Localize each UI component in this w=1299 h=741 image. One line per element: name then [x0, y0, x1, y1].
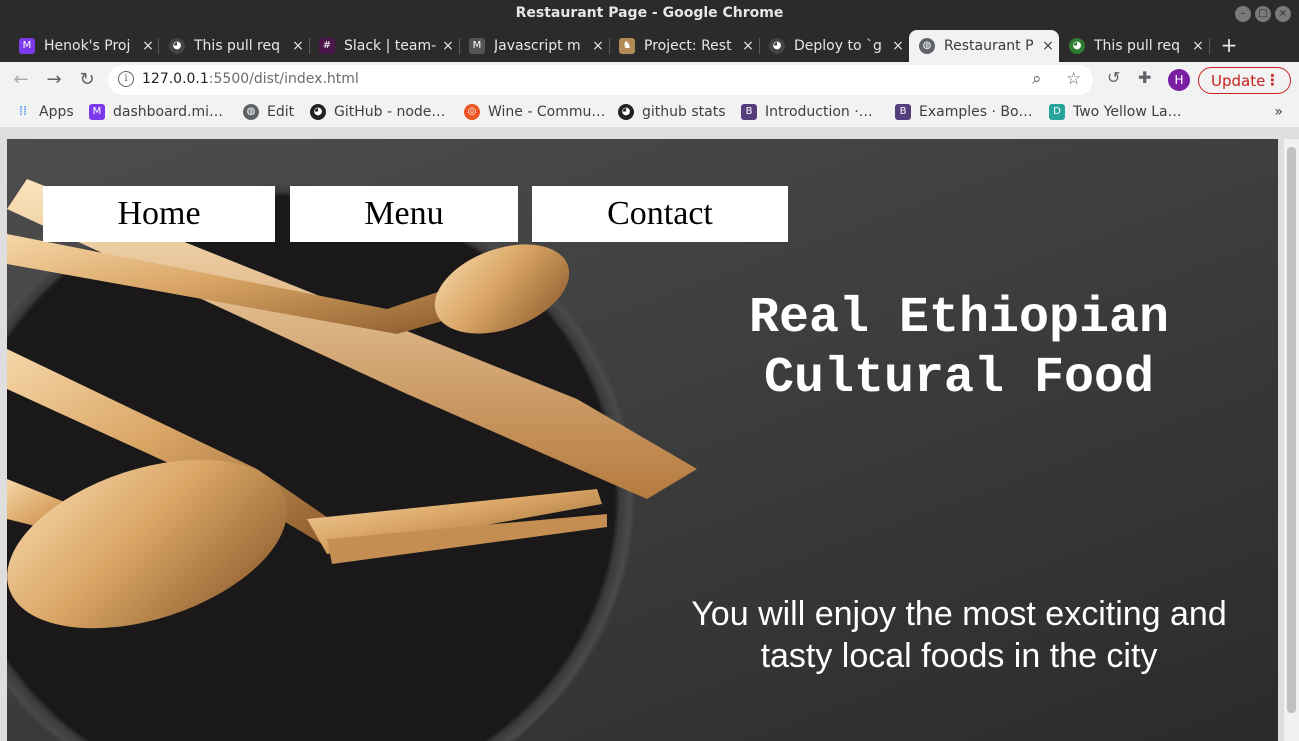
close-icon[interactable]: ×	[437, 38, 459, 54]
new-tab-icon[interactable]: +	[1218, 33, 1240, 57]
reload-icon[interactable]: ↻	[76, 69, 98, 90]
window-title: Restaurant Page - Google Chrome	[515, 5, 784, 21]
hero-title: Real Ethiopian Cultural Food	[748, 290, 1170, 407]
github-icon: ◕	[769, 38, 785, 54]
tab-strip: M Henok's Proj × ◕ This pull req × # Sla…	[0, 28, 1299, 62]
close-icon[interactable]: ×	[137, 38, 159, 54]
bookmark-github-node[interactable]: ◕ GitHub - node…	[310, 104, 445, 120]
address-url[interactable]: 127.0.0.1:5500/dist/index.html	[142, 71, 359, 87]
forward-icon[interactable]: →	[43, 69, 65, 90]
tab-restaurant-page[interactable]: ◍ Restaurant P ×	[909, 30, 1059, 62]
close-icon[interactable]: ×	[1037, 38, 1059, 54]
bookmark-star-icon[interactable]: ☆	[1066, 69, 1081, 89]
close-icon[interactable]: ×	[887, 38, 909, 54]
back-icon[interactable]: ←	[10, 69, 32, 90]
github-icon: ◕	[169, 38, 185, 54]
tab-henoks-project[interactable]: M Henok's Proj ×	[9, 30, 159, 62]
profile-avatar[interactable]: H	[1168, 69, 1190, 91]
bookmark-examples[interactable]: B Examples · Bo…	[895, 104, 1033, 120]
tab-pull-request-2[interactable]: ◕ This pull req ×	[1059, 30, 1209, 62]
bookmark-introduction[interactable]: B Introduction ·…	[741, 104, 873, 120]
microverse-icon: M	[469, 38, 485, 54]
update-button[interactable]: Update ⋮	[1198, 67, 1291, 94]
nav-home[interactable]: Home	[43, 186, 275, 242]
tab-deploy[interactable]: ◕ Deploy to `g ×	[759, 30, 909, 62]
bookmark-apps[interactable]: ⁞⁞ Apps	[15, 104, 74, 120]
nav-contact[interactable]: Contact	[532, 186, 788, 242]
github-icon: ◕	[618, 104, 634, 120]
bookmark-dashboard[interactable]: M dashboard.mi…	[89, 104, 223, 120]
tab-pull-request[interactable]: ◕ This pull req ×	[159, 30, 309, 62]
bookmarks-overflow-icon[interactable]: »	[1274, 104, 1283, 120]
tab-project-restaurant[interactable]: ♞ Project: Rest ×	[609, 30, 759, 62]
microverse-icon: M	[19, 38, 35, 54]
odin-project-icon: ♞	[619, 38, 635, 54]
close-icon[interactable]: ×	[1187, 38, 1209, 54]
bookmark-wine[interactable]: ◎ Wine - Commu…	[464, 104, 605, 120]
zoom-icon[interactable]: ⌕	[1032, 69, 1042, 89]
tab-javascript[interactable]: M Javascript m ×	[459, 30, 609, 62]
bookmark-github-stats[interactable]: ◕ github stats	[618, 104, 726, 120]
bookmarks-bar: ⁞⁞ Apps M dashboard.mi… ◍ Edit ◕ GitHub …	[0, 99, 1299, 127]
close-window-icon[interactable]: ×	[1275, 6, 1291, 22]
close-icon[interactable]: ×	[737, 38, 759, 54]
page-scrollbar[interactable]	[1284, 139, 1299, 741]
dribbble-icon: D	[1049, 104, 1065, 120]
maximize-icon[interactable]: □	[1255, 6, 1271, 22]
github-icon: ◕	[310, 104, 326, 120]
extension-refresh-icon[interactable]: ↺	[1107, 68, 1120, 87]
close-icon[interactable]: ×	[287, 38, 309, 54]
ubuntu-icon: ◎	[464, 104, 480, 120]
more-menu-icon: ⋮	[1265, 71, 1280, 89]
minimize-icon[interactable]: –	[1235, 6, 1251, 22]
globe-icon: ◍	[243, 104, 259, 120]
bootstrap-icon: B	[895, 104, 911, 120]
nav-menu[interactable]: Menu	[290, 186, 518, 242]
apps-grid-icon: ⁞⁞	[18, 104, 28, 119]
window-titlebar: Restaurant Page - Google Chrome – □ ×	[0, 0, 1299, 28]
extensions-puzzle-icon[interactable]: ✚	[1138, 68, 1151, 87]
scrollbar-thumb[interactable]	[1287, 147, 1296, 713]
bookmark-two-yellow[interactable]: D Two Yellow La…	[1049, 104, 1182, 120]
bootstrap-icon: B	[741, 104, 757, 120]
microverse-icon: M	[89, 104, 105, 120]
hero-subtitle: You will enjoy the most exciting and tas…	[691, 595, 1227, 675]
site-info-icon[interactable]: i	[118, 71, 134, 87]
tab-slack[interactable]: # Slack | team- ×	[309, 30, 459, 62]
address-bar[interactable]: i 127.0.0.1:5500/dist/index.html ⌕ ☆	[108, 65, 1093, 95]
browser-toolbar: ← → ↻ i 127.0.0.1:5500/dist/index.html ⌕…	[0, 62, 1299, 99]
bookmark-edit[interactable]: ◍ Edit	[243, 104, 294, 120]
globe-icon: ◍	[919, 38, 935, 54]
github-icon: ◕	[1069, 38, 1085, 54]
slack-icon: #	[319, 38, 335, 54]
close-icon[interactable]: ×	[587, 38, 609, 54]
page-content: Home Menu Contact Real Ethiopian Cultura…	[7, 139, 1278, 741]
